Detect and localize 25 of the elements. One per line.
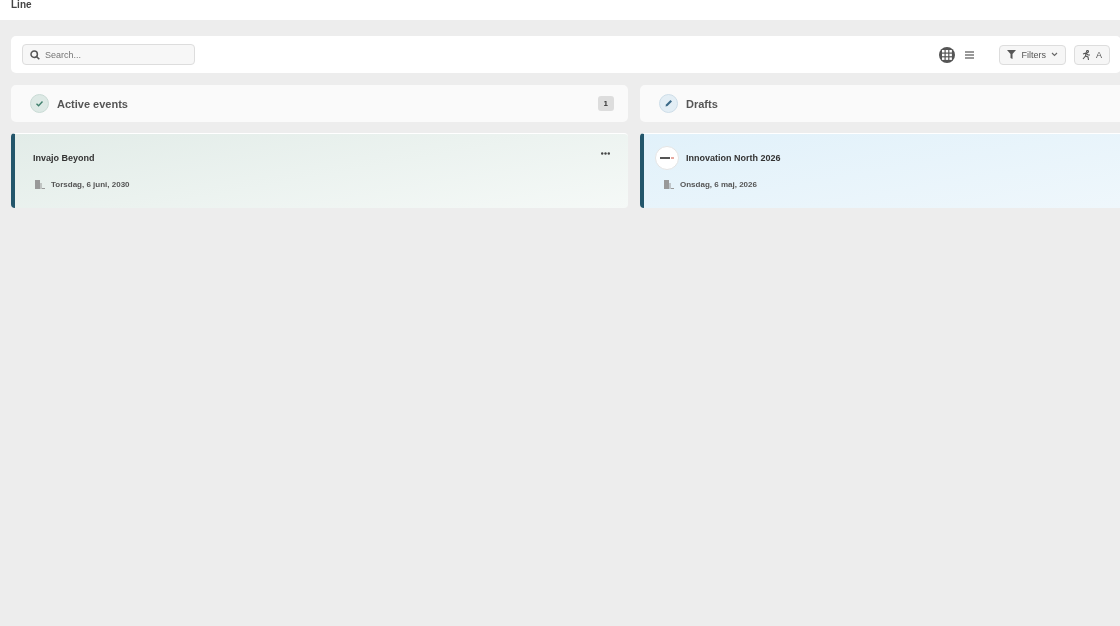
event-title: Innovation North 2026 <box>686 153 781 163</box>
filters-button[interactable]: Filters <box>999 44 1066 65</box>
more-icon[interactable] <box>601 152 610 155</box>
search-field[interactable]: Search... <box>22 44 195 65</box>
event-date: Torsdag, 6 juni, 2030 <box>51 179 130 189</box>
activity-button[interactable]: A <box>1074 44 1110 65</box>
page-title: Line <box>10 0 33 10</box>
event-date: Onsdag, 6 maj, 2026 <box>680 179 757 189</box>
chevron-down-icon <box>1051 52 1058 57</box>
event-title: Invajo Beyond <box>33 153 95 163</box>
building-icon <box>35 179 45 189</box>
grid-view-button[interactable] <box>939 46 956 63</box>
event-card[interactable]: Invajo Beyond Torsdag, 6 juni, 2030 <box>11 133 628 208</box>
check-icon <box>30 94 49 113</box>
running-figure-icon <box>1082 49 1091 60</box>
column-title: Active events <box>57 97 128 110</box>
search-icon <box>30 50 40 60</box>
event-card[interactable]: Innovation North 2026 Onsdag, 6 maj, 2026 <box>640 133 1120 208</box>
grid-icon <box>942 49 953 60</box>
filter-icon <box>1007 50 1017 59</box>
menu-icon <box>965 50 974 59</box>
pencil-icon <box>659 94 678 113</box>
column-title: Drafts <box>686 97 718 110</box>
building-icon <box>664 179 674 189</box>
count-badge: 1 <box>597 96 614 111</box>
